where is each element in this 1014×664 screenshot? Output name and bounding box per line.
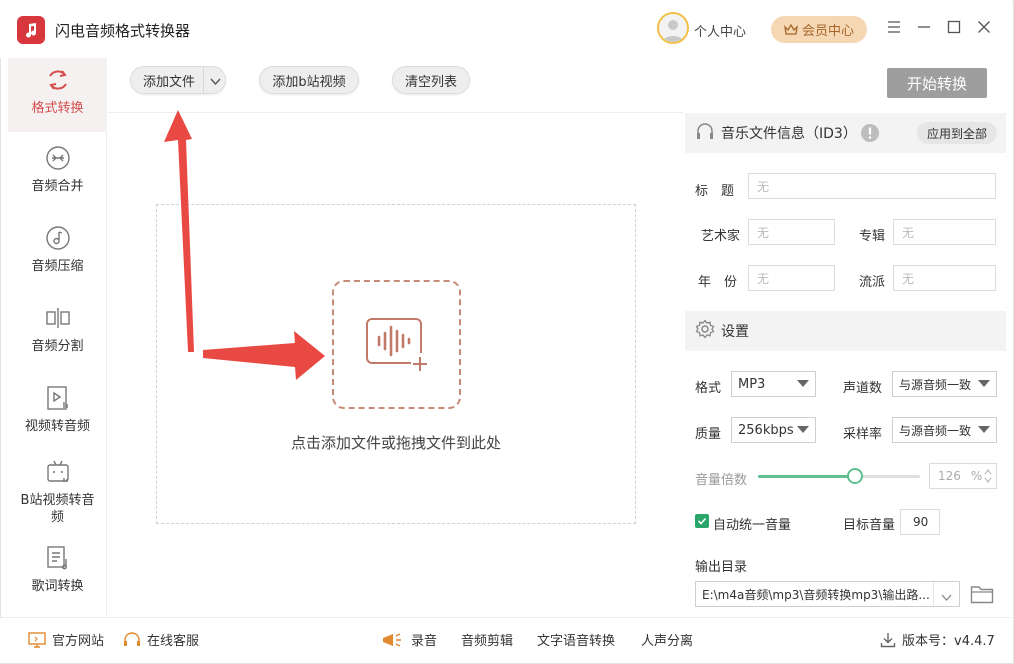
quality-value: 256kbps (738, 422, 794, 438)
folder-icon[interactable] (970, 584, 994, 608)
headphones-icon (695, 121, 715, 145)
format-label: 格式 (695, 381, 722, 396)
artist-label: 艺术家 (701, 229, 741, 244)
service-label: 在线客服 (147, 634, 200, 649)
monitor-icon (28, 631, 46, 648)
apply-all-button[interactable]: 应用到全部 (917, 122, 997, 144)
tts-link[interactable]: 文字语音转换 (537, 630, 615, 649)
samplerate-value: 与源音频一致 (899, 423, 972, 438)
quality-select[interactable]: 256kbps (731, 417, 816, 443)
megaphone-icon (383, 632, 401, 647)
stepper-icon[interactable] (984, 468, 992, 487)
settings-title: 设置 (721, 324, 749, 340)
service-link[interactable]: 在线客服 (123, 630, 199, 649)
title-label: 标 题 (695, 184, 735, 199)
website-label: 官方网站 (52, 634, 105, 649)
chevron-down-icon (978, 426, 990, 433)
output-dir-select[interactable]: E:\m4a音频\mp3\音频转换mp3\输出路... (695, 581, 960, 607)
output-dir-value: E:\m4a音频\mp3\音频转换mp3\输出路... (702, 587, 930, 602)
record-label: 录音 (411, 634, 438, 649)
chevron-down-icon (978, 380, 990, 387)
headset-icon (124, 631, 140, 646)
year-field[interactable]: 无 (748, 265, 835, 291)
target-volume-input[interactable]: 90 (900, 509, 940, 535)
genre-field[interactable]: 无 (893, 265, 996, 291)
audio-edit-link[interactable]: 音频剪辑 (461, 630, 513, 649)
output-dir-label: 输出目录 (695, 560, 748, 575)
volume-value: 126 (938, 469, 961, 483)
format-select[interactable]: MP3 (731, 371, 816, 397)
volume-slider-fill (758, 475, 855, 478)
version-info: 版本号：v4.4.7 (880, 630, 995, 649)
format-value: MP3 (738, 376, 766, 392)
quality-label: 质量 (695, 427, 722, 442)
year-label: 年 份 (698, 275, 738, 290)
chevron-down-icon (941, 591, 952, 605)
channels-label: 声道数 (843, 381, 883, 396)
volume-label: 音量倍数 (695, 473, 748, 488)
arrow-up (164, 110, 194, 352)
record-link[interactable]: 录音 (381, 630, 437, 649)
album-label: 专辑 (859, 229, 886, 244)
settings-header: 设置 (685, 311, 1006, 351)
vocal-separation-link[interactable]: 人声分离 (641, 630, 693, 649)
channels-value: 与源音频一致 (899, 377, 972, 392)
gear-icon (695, 319, 715, 343)
channels-select[interactable]: 与源音频一致 (892, 371, 997, 397)
artist-field[interactable]: 无 (748, 219, 835, 245)
title-field[interactable]: 无 (748, 173, 996, 199)
arrow-right (203, 331, 325, 380)
auto-volume-checkbox[interactable] (695, 514, 709, 528)
volume-input[interactable]: 126 % (929, 463, 997, 489)
samplerate-label: 采样率 (843, 427, 883, 442)
download-icon (880, 632, 896, 647)
samplerate-select[interactable]: 与源音频一致 (892, 417, 997, 443)
target-volume-label: 目标音量 (843, 518, 896, 533)
chevron-down-icon (797, 426, 809, 433)
chevron-down-icon (797, 380, 809, 387)
volume-slider-handle[interactable] (847, 468, 863, 484)
volume-unit: % (970, 469, 983, 483)
checkmark-icon (697, 517, 707, 525)
genre-label: 流派 (859, 275, 886, 290)
website-link[interactable]: 官方网站 (28, 630, 104, 649)
id3-title: 音乐文件信息（ID3） (721, 126, 857, 142)
info-icon[interactable] (860, 123, 880, 147)
version-label: 版本号：v4.4.7 (902, 634, 995, 649)
album-field[interactable]: 无 (893, 219, 996, 245)
auto-volume-label: 自动统一音量 (713, 518, 792, 533)
